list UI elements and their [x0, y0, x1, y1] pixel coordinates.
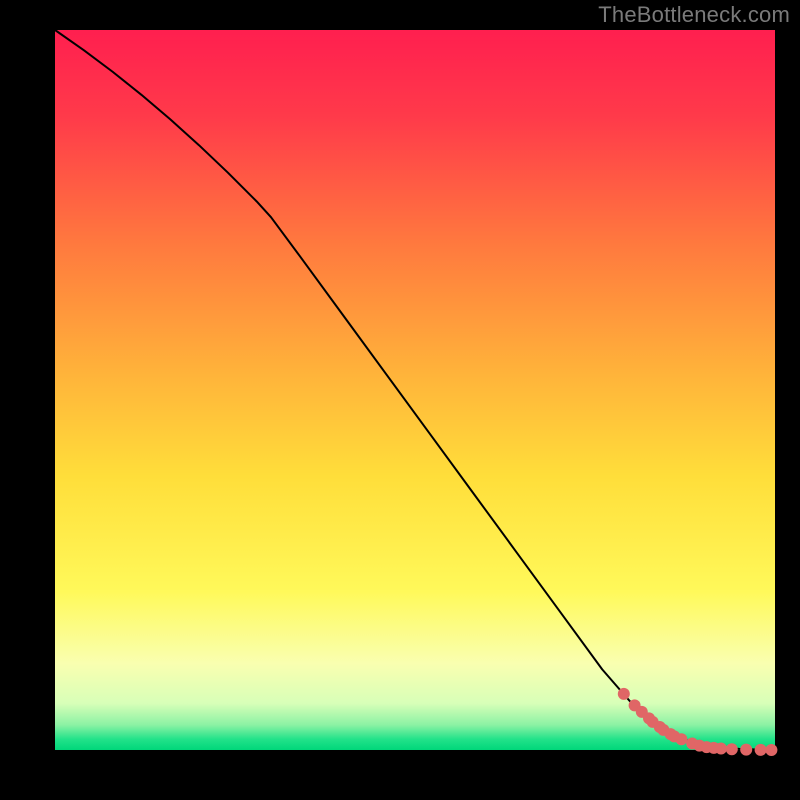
watermark-text: TheBottleneck.com [598, 2, 790, 28]
marker-point [740, 744, 752, 756]
marker-point [726, 743, 738, 755]
marker-point [715, 743, 727, 755]
marker-point [765, 744, 777, 756]
marker-point [675, 733, 687, 745]
bottleneck-chart [0, 0, 800, 800]
marker-point [755, 744, 767, 756]
plot-background [55, 30, 775, 750]
marker-point [618, 688, 630, 700]
